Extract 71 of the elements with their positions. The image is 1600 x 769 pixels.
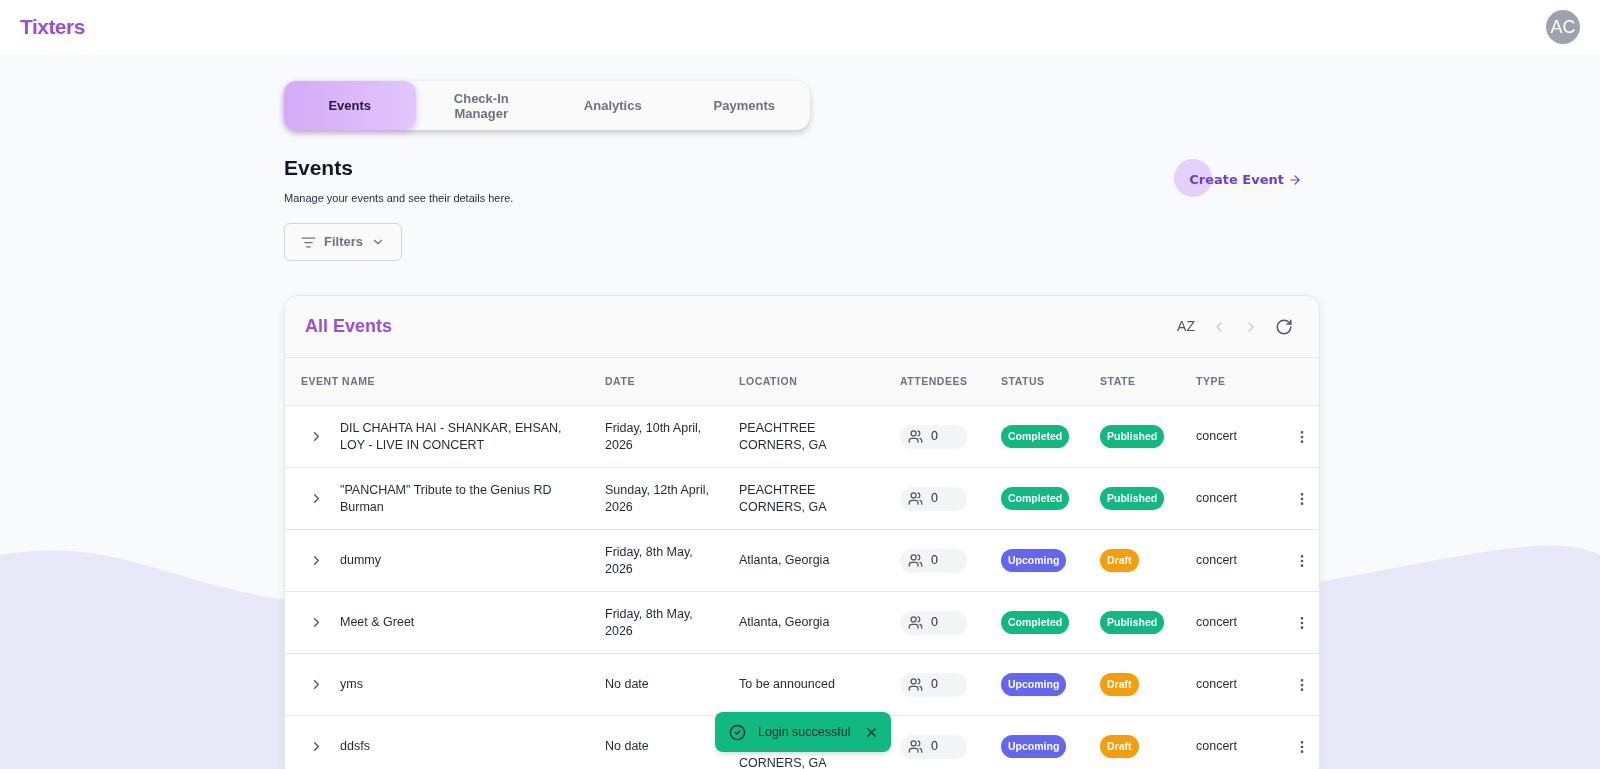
event-location: PEACHTREE CORNERS, GA <box>739 482 827 514</box>
column-header: EVENT NAME <box>301 373 377 389</box>
user-avatar[interactable]: AC <box>1546 10 1580 44</box>
event-name: yms <box>340 676 363 693</box>
event-location: CORNERS, GA <box>739 756 827 769</box>
people-icon <box>908 491 923 506</box>
attendees-count: 0 <box>931 490 938 507</box>
event-date: Friday, 8th May, 2026 <box>605 543 694 578</box>
state-badge: Draft <box>1100 673 1139 696</box>
status-badge: Completed <box>1001 611 1070 634</box>
create-event-button[interactable]: Create Event <box>1189 166 1302 194</box>
refresh-icon[interactable] <box>1275 317 1293 336</box>
status-badge: Upcoming <box>1001 673 1067 696</box>
event-location: To be announced <box>739 677 835 691</box>
status-badge: Upcoming <box>1001 549 1067 572</box>
column-header: STATE <box>1100 373 1137 389</box>
event-date: Friday, 10th April, 2026 <box>605 419 703 454</box>
event-location: Atlanta, Georgia <box>739 553 830 567</box>
status-badge: Completed <box>1001 487 1070 510</box>
event-location: Atlanta, Georgia <box>739 615 830 629</box>
attendees-count: 0 <box>931 552 938 569</box>
filter-icon <box>301 234 316 250</box>
page-title: Events <box>284 155 354 181</box>
status-badge: Upcoming <box>1001 735 1067 758</box>
column-header: STATUS <box>1001 373 1046 389</box>
tab[interactable]: Analytics <box>547 81 679 130</box>
attendees-count: 0 <box>931 738 938 755</box>
event-type: concert <box>1196 738 1238 755</box>
event-name: Meet & Greet <box>340 614 415 631</box>
event-type: concert <box>1196 676 1238 693</box>
state-badge: Published <box>1100 487 1165 510</box>
event-date: No date <box>605 738 650 755</box>
card-title: All Events <box>305 315 393 338</box>
event-date: No date <box>605 676 650 693</box>
tab[interactable]: Check-In Manager <box>415 81 547 130</box>
people-icon <box>908 677 923 692</box>
state-badge: Draft <box>1100 549 1139 572</box>
tab[interactable]: Payments <box>678 81 810 130</box>
attendees-count: 0 <box>931 428 938 445</box>
column-header: DATE <box>605 373 636 389</box>
column-header: TYPE <box>1196 373 1227 389</box>
event-date: Sunday, 12th April, 2026 <box>605 481 710 516</box>
attendees-count: 0 <box>931 614 938 631</box>
status-badge: Completed <box>1001 425 1070 448</box>
toast-message: Login successful <box>758 723 852 741</box>
column-header: ATTENDEES <box>900 373 969 389</box>
state-badge: Published <box>1100 425 1165 448</box>
event-name: DIL CHAHTA HAI - SHANKAR, EHSAN, LOY - LIVE IN CONCERT <box>340 419 563 454</box>
event-date: Friday, 8th May, 2026 <box>605 605 694 640</box>
sort-button[interactable]: AZ <box>1177 316 1195 337</box>
attendees-count: 0 <box>931 676 938 693</box>
tab[interactable]: Events <box>284 81 416 130</box>
event-name: dummy <box>340 552 381 569</box>
page-subtitle: Manage your events and see their details here. <box>284 190 514 206</box>
check-circle-icon <box>729 723 746 741</box>
people-icon <box>908 429 923 444</box>
event-name: "PANCHAM" Tribute to the Genius RD Burman <box>340 481 553 516</box>
people-icon <box>908 615 923 630</box>
event-type: concert <box>1196 614 1238 631</box>
state-badge: Published <box>1100 611 1165 634</box>
column-header: LOCATION <box>739 373 799 389</box>
event-location: PEACHTREE CORNERS, GA <box>739 420 827 452</box>
event-type: concert <box>1196 490 1238 507</box>
logo[interactable]: Tixters <box>20 11 85 43</box>
event-name: ddsfs <box>340 738 370 755</box>
people-icon <box>908 553 923 568</box>
filters-button[interactable]: Filters <box>284 223 402 261</box>
state-badge: Draft <box>1100 735 1139 758</box>
people-icon <box>908 739 923 754</box>
event-type: concert <box>1196 428 1238 445</box>
event-type: concert <box>1196 552 1238 569</box>
